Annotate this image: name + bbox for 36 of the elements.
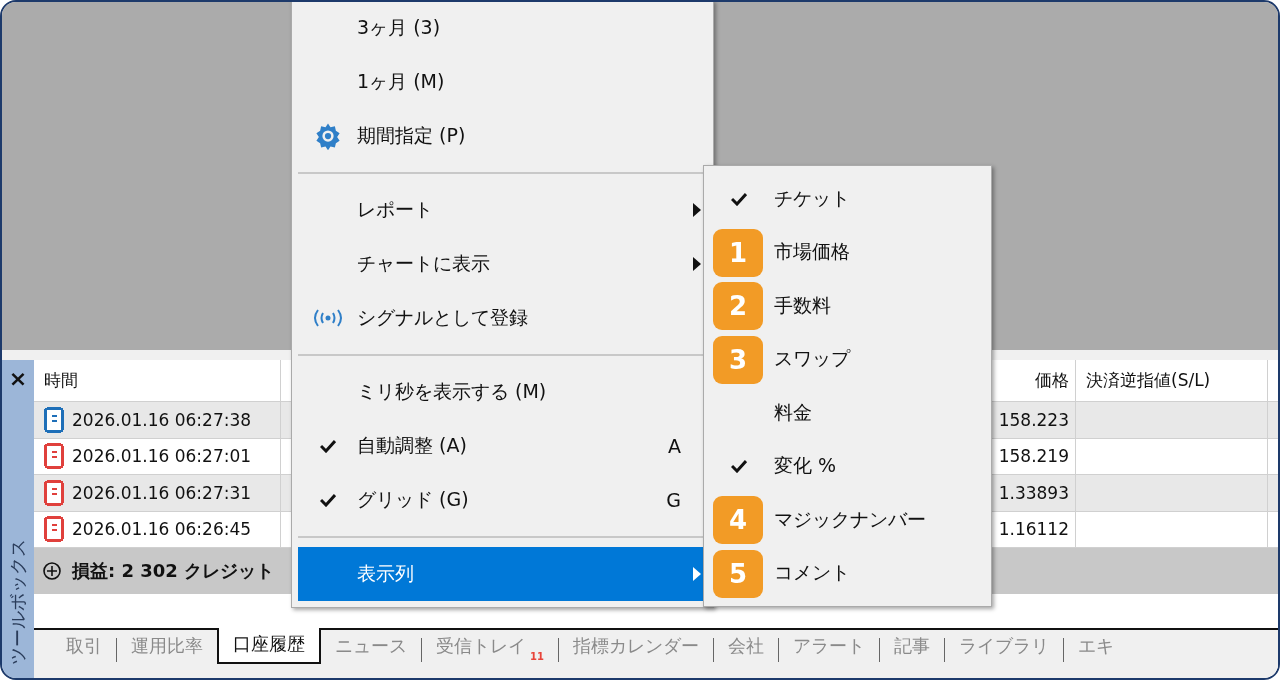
table-cell: 2026.01.16 06:27:38 bbox=[34, 402, 281, 438]
shortcut-key: A bbox=[668, 435, 681, 457]
column-header[interactable]: 時間 bbox=[34, 360, 281, 401]
expand-icon[interactable] bbox=[42, 561, 62, 581]
number-badge: 2 bbox=[713, 282, 763, 330]
table-cell: 2026.01.16 06:27:31 bbox=[34, 475, 281, 511]
number-badge: 1 bbox=[713, 228, 763, 277]
menu-item[interactable]: チケット bbox=[704, 172, 991, 226]
menu-item[interactable]: 5 コメント bbox=[704, 546, 991, 600]
menu-item[interactable]: 4 マジックナンバー bbox=[704, 493, 991, 547]
menu-item[interactable]: シグナルとして登録 bbox=[298, 291, 707, 345]
unread-count: 11 bbox=[530, 651, 544, 662]
toolbox-title: ツールボックス bbox=[6, 539, 29, 665]
menu-item[interactable]: 期間指定 (P) bbox=[298, 109, 707, 163]
table-cell: 2026.01.16 06:26:45 bbox=[34, 511, 281, 547]
menu-item[interactable]: ミリ秒を表示する (M) bbox=[298, 365, 707, 419]
menu-item[interactable]: 1 市場価格 bbox=[704, 225, 991, 279]
menu-item[interactable]: 3ヶ月 (3) bbox=[298, 2, 707, 55]
number-badge: 3 bbox=[713, 335, 763, 384]
menu-item[interactable]: レポート bbox=[298, 183, 707, 237]
profit-summary: 損益: 2 302 クレジット bbox=[72, 559, 275, 583]
menu-item[interactable]: 2 手数料 bbox=[704, 279, 991, 333]
menu-item[interactable]: 1ヶ月 (M) bbox=[298, 55, 707, 109]
shortcut-key: G bbox=[666, 489, 681, 511]
menu-item[interactable]: 料金 bbox=[704, 386, 991, 440]
menu-item[interactable]: 自動調整 (A) A bbox=[298, 419, 707, 473]
table-cell: 2026.01.16 06:27:01 bbox=[34, 438, 281, 474]
column-header[interactable]: 決済逆指値(S/L) bbox=[1076, 360, 1268, 401]
tab[interactable]: 口座履歴 bbox=[217, 628, 321, 664]
number-badge: 5 bbox=[713, 549, 763, 598]
number-badge: 4 bbox=[713, 496, 763, 544]
menu-item[interactable]: 3 スワップ bbox=[704, 332, 991, 386]
menu-item[interactable]: チャートに表示 bbox=[298, 237, 707, 291]
menu-item[interactable]: グリッド (G) G bbox=[298, 473, 707, 527]
close-button[interactable]: × bbox=[8, 368, 28, 390]
menu-item[interactable]: 変化 % bbox=[704, 439, 991, 493]
